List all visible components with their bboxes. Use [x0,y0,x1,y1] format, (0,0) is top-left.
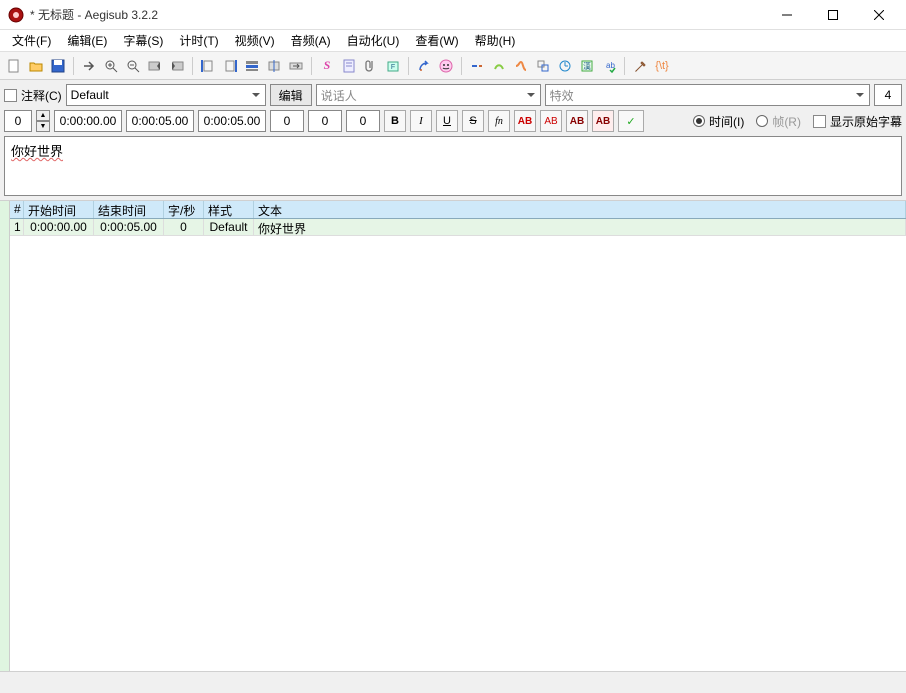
grid-header: # 开始时间 结束时间 字/秒 样式 文本 [10,201,906,219]
automation-icon[interactable] [414,56,434,76]
zoom-in-icon[interactable] [101,56,121,76]
color3-button[interactable]: AB [566,110,588,132]
separator [461,57,462,75]
select-visible-icon[interactable] [242,56,262,76]
layer-input[interactable]: 0 [4,110,32,132]
separator [624,57,625,75]
col-end[interactable]: 结束时间 [94,201,164,218]
table-row[interactable]: 1 0:00:00.00 0:00:05.00 0 Default 你好世界 [10,219,906,236]
col-num[interactable]: # [10,201,24,218]
separator [311,57,312,75]
frame-label: 帧(R) [772,113,801,130]
resample-icon[interactable] [533,56,553,76]
menu-audio[interactable]: 音频(A) [283,30,339,51]
margin-left-input[interactable]: 0 [270,110,304,132]
strikeout-button[interactable]: S [462,110,484,132]
menu-automation[interactable]: 自动化(U) [339,30,408,51]
timing-postprocessor-icon[interactable] [555,56,575,76]
separator [192,57,193,75]
maximize-button[interactable] [810,0,856,30]
menubar: 文件(F) 编辑(E) 字幕(S) 计时(T) 视频(V) 音频(A) 自动化(… [0,30,906,52]
titlebar: * 无标题 - Aegisub 3.2.2 [0,0,906,30]
styles-manager-icon[interactable]: S [317,56,337,76]
kanji-timer-icon[interactable]: 漢 [577,56,597,76]
time-label: 时间(I) [709,113,744,130]
font-button[interactable]: fn [488,110,510,132]
color1-button[interactable]: AB [514,110,536,132]
options-icon[interactable] [630,56,650,76]
subtitle-text-input[interactable]: 你好世界 [4,136,902,196]
margin-vert-input[interactable]: 0 [346,110,380,132]
close-button[interactable] [856,0,902,30]
show-original-checkbox[interactable] [813,115,826,128]
jump-icon[interactable] [79,56,99,76]
edit-style-button[interactable]: 编辑 [270,84,312,106]
svg-text:F: F [391,64,395,71]
menu-view[interactable]: 查看(W) [407,30,466,51]
shift-tool-icon[interactable] [467,56,487,76]
fonts-collector-icon[interactable]: F [383,56,403,76]
status-bar [0,671,906,693]
zoom-out-icon[interactable] [123,56,143,76]
col-style[interactable]: 样式 [204,201,254,218]
window-title: * 无标题 - Aegisub 3.2.2 [30,6,764,23]
menu-timing[interactable]: 计时(T) [171,30,226,51]
assdraw-icon[interactable] [436,56,456,76]
spellcheck-icon[interactable]: ab [599,56,619,76]
time-radio[interactable] [693,115,705,127]
properties-icon[interactable] [339,56,359,76]
edit-panel: 注释(C) Default 编辑 说话人 特效 4 0 ▲▼ 0:00:00.0… [0,80,906,201]
minimize-button[interactable] [764,0,810,30]
start-time-input[interactable]: 0:00:00.00 [54,110,122,132]
menu-video[interactable]: 视频(V) [227,30,283,51]
shift-times-icon[interactable] [286,56,306,76]
underline-button[interactable]: U [436,110,458,132]
col-start[interactable]: 开始时间 [24,201,94,218]
attachments-icon[interactable] [361,56,381,76]
separator [73,57,74,75]
layer-spinner[interactable]: ▲▼ [36,110,50,132]
end-time-input[interactable]: 0:00:05.00 [126,110,194,132]
video-jump-end-icon[interactable] [167,56,187,76]
duration-input[interactable]: 0:00:05.00 [198,110,266,132]
grid-empty-area[interactable] [10,236,906,671]
italic-button[interactable]: I [410,110,432,132]
col-cps[interactable]: 字/秒 [164,201,204,218]
subtitle-grid: # 开始时间 结束时间 字/秒 样式 文本 1 0:00:00.00 0:00:… [0,201,906,671]
translation-assistant-icon[interactable] [511,56,531,76]
styling-assistant-icon[interactable] [489,56,509,76]
new-icon[interactable] [4,56,24,76]
menu-subtitle[interactable]: 字幕(S) [115,30,171,51]
video-jump-start-icon[interactable] [145,56,165,76]
snap-start-icon[interactable] [198,56,218,76]
open-icon[interactable] [26,56,46,76]
snap-end-icon[interactable] [220,56,240,76]
effect-select[interactable]: 特效 [545,84,870,106]
cycle-tag-hiding-icon[interactable]: {\t} [652,56,672,76]
col-text[interactable]: 文本 [254,201,906,218]
show-original-label: 显示原始字幕 [830,113,902,130]
separator [408,57,409,75]
frame-radio[interactable] [756,115,768,127]
comment-checkbox[interactable] [4,89,17,102]
menu-edit[interactable]: 编辑(E) [59,30,115,51]
svg-text:漢: 漢 [583,61,591,71]
actor-select[interactable]: 说话人 [316,84,541,106]
commit-button[interactable]: ✓ [618,110,644,132]
color2-button[interactable]: AB [540,110,562,132]
style-select[interactable]: Default [66,84,266,106]
color4-button[interactable]: AB [592,110,614,132]
snap-scene-icon[interactable] [264,56,284,76]
menu-help[interactable]: 帮助(H) [467,30,524,51]
grid-gutter [0,201,10,671]
comment-label: 注释(C) [21,87,62,104]
app-icon [8,7,24,23]
char-count: 4 [874,84,902,106]
menu-file[interactable]: 文件(F) [4,30,59,51]
bold-button[interactable]: B [384,110,406,132]
margin-right-input[interactable]: 0 [308,110,342,132]
toolbar: S F 漢 ab {\t} [0,52,906,80]
save-icon[interactable] [48,56,68,76]
